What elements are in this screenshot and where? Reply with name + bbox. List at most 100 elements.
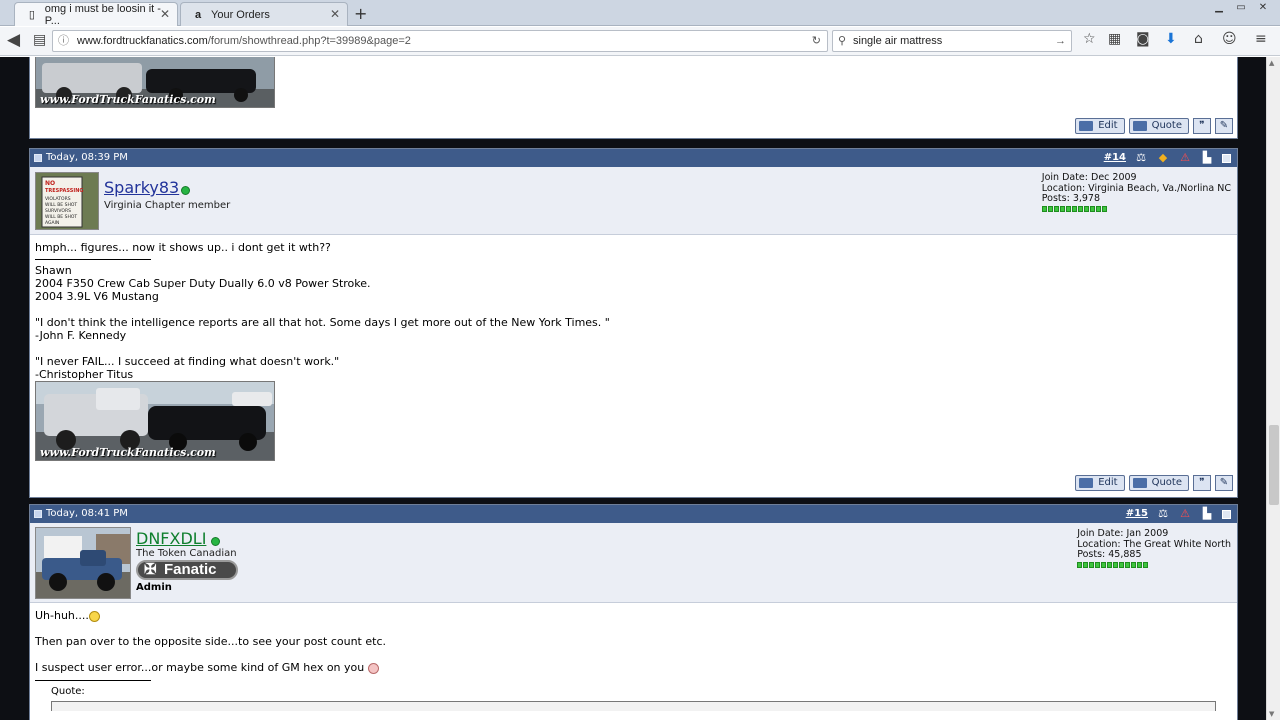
svg-text:WILL BE SHOT: WILL BE SHOT bbox=[45, 214, 77, 220]
user-title: Virginia Chapter member bbox=[104, 200, 231, 211]
page-content: www.FordTruckFanatics.com Edit Quote ❞ ✎… bbox=[0, 57, 1266, 720]
post-date: Today, 08:39 PM bbox=[46, 152, 128, 163]
image-watermark: www.FordTruckFanatics.com bbox=[40, 93, 216, 106]
post-line-3: I suspect user error...or maybe some kin… bbox=[35, 661, 1232, 674]
search-input[interactable]: ⚲ single air mattress → bbox=[832, 30, 1072, 52]
pocket-icon[interactable]: ◙ bbox=[1136, 31, 1150, 47]
menu-icon[interactable]: ≡ bbox=[1255, 31, 1267, 47]
ip-icon[interactable]: ▙ bbox=[1200, 152, 1214, 164]
post-userinfo: DNFXDLI The Token Canadian Fanatic Admin… bbox=[30, 523, 1237, 603]
post-header: Today, 08:41 PM #15 ⚖ ⚠ ▙ bbox=[30, 505, 1237, 523]
quote-content bbox=[51, 701, 1216, 711]
page-icon: ▯ bbox=[28, 8, 35, 21]
svg-text:VIOLATORS: VIOLATORS bbox=[45, 196, 71, 202]
scroll-up-icon[interactable]: ▲ bbox=[1269, 59, 1274, 67]
edit-button[interactable]: Edit bbox=[1075, 475, 1125, 491]
close-window-icon[interactable]: ✕ bbox=[1252, 1, 1274, 15]
multi-quote-button[interactable]: ❞ bbox=[1193, 475, 1211, 491]
report-post-icon[interactable]: ⚠ bbox=[1178, 152, 1192, 164]
reputation-pip bbox=[1107, 561, 1113, 568]
scroll-down-icon[interactable]: ▼ bbox=[1269, 710, 1274, 718]
user-avatar bbox=[35, 527, 131, 599]
reputation-scale-icon[interactable]: ⚖ bbox=[1134, 152, 1148, 164]
signature-truck-image: www.FordTruckFanatics.com bbox=[35, 381, 275, 461]
reload-icon[interactable]: ↻ bbox=[812, 31, 821, 51]
reputation-bar bbox=[1041, 205, 1231, 212]
username-link[interactable]: Sparky83 bbox=[104, 178, 179, 197]
signature-truck-image: www.FordTruckFanatics.com bbox=[35, 57, 275, 108]
page-scrollbar[interactable]: ▲ ▼ bbox=[1266, 57, 1280, 720]
ip-icon[interactable]: ▙ bbox=[1200, 508, 1214, 520]
reputation-scale-icon[interactable]: ⚖ bbox=[1156, 508, 1170, 520]
quote-button[interactable]: Quote bbox=[1128, 475, 1189, 491]
home-icon[interactable]: ⌂ bbox=[1194, 31, 1203, 47]
tab-your-orders[interactable]: a Your Orders ✕ bbox=[180, 2, 348, 26]
username-link[interactable]: DNFXDLI bbox=[136, 529, 206, 548]
user-title: The Token Canadian bbox=[136, 548, 237, 559]
post-number-link[interactable]: #15 bbox=[1126, 505, 1148, 523]
edit-button[interactable]: Edit bbox=[1075, 118, 1125, 134]
infraction-icon[interactable]: ◆ bbox=[1156, 152, 1170, 164]
reputation-pip bbox=[1095, 561, 1101, 568]
image-watermark: www.FordTruckFanatics.com bbox=[40, 446, 216, 459]
post-userinfo: NO TRESPASSING VIOLATORS WILL BE SHOT SU… bbox=[30, 167, 1237, 235]
reputation-pip bbox=[1083, 205, 1089, 212]
user-stats: Join Date: Jan 2009 Location: The Great … bbox=[1077, 528, 1231, 568]
close-tab-icon[interactable]: ✕ bbox=[160, 7, 170, 21]
bookmarks-list-icon[interactable]: ▦ bbox=[1108, 31, 1121, 47]
select-post-checkbox[interactable] bbox=[1222, 509, 1231, 519]
post-line-2: Then pan over to the opposite side...to … bbox=[35, 635, 386, 648]
post-13-fragment: www.FordTruckFanatics.com Edit Quote ❞ ✎ bbox=[29, 57, 1238, 139]
minimize-icon[interactable]: ▁ bbox=[1208, 1, 1230, 15]
post-count: Posts: 45,885 bbox=[1077, 549, 1142, 560]
signature-divider bbox=[35, 259, 151, 260]
close-tab-icon[interactable]: ✕ bbox=[330, 7, 340, 21]
post-date: Today, 08:41 PM bbox=[46, 508, 128, 519]
search-go-icon[interactable]: → bbox=[1055, 31, 1066, 51]
post-15: Today, 08:41 PM #15 ⚖ ⚠ ▙ DNFXDLI The To… bbox=[29, 504, 1238, 720]
reputation-bar bbox=[1077, 561, 1231, 568]
url-bar[interactable]: ⓘ www.fordtruckfanatics.com/forum/showth… bbox=[52, 30, 828, 52]
scrollbar-thumb[interactable] bbox=[1269, 425, 1279, 505]
quick-reply-button[interactable]: ✎ bbox=[1215, 118, 1233, 134]
reputation-pip bbox=[1047, 205, 1053, 212]
url-path: /forum/showthread.php?t=39989&page=2 bbox=[207, 35, 411, 47]
reputation-pip bbox=[1113, 561, 1119, 568]
signature-line: 2004 F350 Crew Cab Super Duty Dually 6.0… bbox=[35, 277, 371, 290]
reputation-pip bbox=[1089, 205, 1095, 212]
info-icon[interactable]: ⓘ bbox=[58, 31, 69, 51]
post-count: Posts: 3,978 bbox=[1041, 193, 1101, 204]
bookmark-star-icon[interactable]: ☆ bbox=[1083, 31, 1096, 47]
chat-icon[interactable]: ☺ bbox=[1222, 31, 1237, 47]
svg-text:NO: NO bbox=[45, 180, 55, 187]
report-post-icon[interactable]: ⚠ bbox=[1178, 508, 1192, 520]
reputation-pip bbox=[1101, 561, 1107, 568]
quote-divider bbox=[35, 680, 151, 681]
quote-block: Quote: bbox=[35, 685, 1232, 711]
reputation-pip bbox=[1065, 205, 1071, 212]
svg-text:SURVIVORS: SURVIVORS bbox=[45, 208, 71, 214]
search-value: single air mattress bbox=[853, 35, 943, 47]
sidebar-icon[interactable]: ▤ bbox=[33, 32, 46, 48]
new-tab-icon[interactable]: + bbox=[354, 4, 367, 23]
back-icon[interactable]: ◀ bbox=[7, 30, 20, 50]
post-line-1: Uh-huh.... bbox=[35, 609, 1232, 622]
download-icon[interactable]: ⬇ bbox=[1165, 31, 1177, 47]
user-stats: Join Date: Dec 2009 Location: Virginia B… bbox=[1041, 172, 1231, 212]
signature: Shawn 2004 F350 Crew Cab Super Duty Duall… bbox=[35, 264, 1232, 381]
quick-reply-button[interactable]: ✎ bbox=[1215, 475, 1233, 491]
tab-forum-thread[interactable]: ▯ omg i must be loosin it - P... ✕ bbox=[14, 2, 178, 27]
quote-button[interactable]: Quote bbox=[1128, 118, 1189, 134]
reputation-pip bbox=[1137, 561, 1143, 568]
maximize-icon[interactable]: ▭ bbox=[1230, 1, 1252, 15]
post-status-icon bbox=[34, 154, 42, 162]
signature-line: "I don't think the intelligence reports … bbox=[35, 316, 610, 329]
reputation-pip bbox=[1101, 205, 1107, 212]
post-number-link[interactable]: #14 bbox=[1104, 149, 1126, 167]
multi-quote-button[interactable]: ❞ bbox=[1193, 118, 1211, 134]
rank-badge: Fanatic bbox=[136, 560, 238, 580]
post-body: Uh-huh.... Then pan over to the opposite… bbox=[30, 603, 1237, 717]
post-header: Today, 08:39 PM #14 ⚖ ◆ ⚠ ▙ bbox=[30, 149, 1237, 167]
svg-text:TRESPASSING: TRESPASSING bbox=[45, 188, 83, 194]
select-post-checkbox[interactable] bbox=[1222, 153, 1231, 163]
